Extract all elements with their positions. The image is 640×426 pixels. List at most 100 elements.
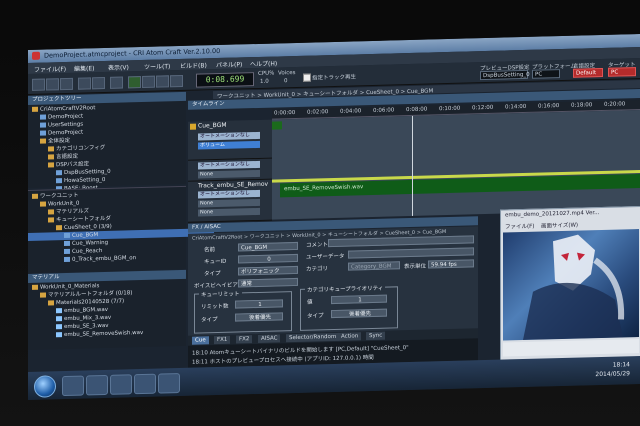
redo-button[interactable] (92, 76, 105, 90)
file-icon (56, 178, 62, 184)
cue-limit-group: キューリミット リミット数 1 タイプ 後着優先 (194, 289, 292, 334)
preview-dsp-select[interactable]: DspBusSetting_0 (480, 69, 530, 81)
tree-item-label: DspBusSetting_0 (64, 168, 111, 177)
taskbar-media-icon[interactable] (86, 374, 108, 396)
tab-aisac[interactable]: AISAC (258, 334, 281, 343)
file-icon (64, 248, 70, 255)
timeline-tick-label: 0:08:00 (406, 106, 428, 114)
video-frame (503, 229, 639, 341)
type-label: タイプ (204, 270, 221, 278)
tab-selector-random[interactable]: Selector/Random (286, 332, 340, 343)
build-button[interactable] (110, 76, 123, 89)
platform-select[interactable]: PC (532, 69, 560, 79)
tab-sync[interactable]: Sync (366, 331, 386, 341)
rewind-button[interactable] (156, 75, 169, 88)
category-type-select[interactable]: 後着優先 (331, 308, 387, 319)
track3-none-badge[interactable]: None (198, 198, 260, 208)
tab-cue[interactable]: Cue (192, 336, 209, 345)
cue-track-header[interactable]: Cue_BGM オートメーションなし ボリューム (188, 119, 272, 161)
tab-action[interactable]: Action (338, 332, 362, 341)
limit-type-select[interactable]: 後着優先 (235, 312, 283, 322)
properties-panel: CriAtomCraftV2Root > ワークユニット > WorkUnit_… (188, 226, 478, 346)
taskbar-folder-icon[interactable] (110, 374, 132, 395)
taskbar-explorer-icon[interactable] (62, 375, 84, 397)
track2-none-badge[interactable]: None (198, 169, 260, 179)
track3-header[interactable]: Track_embu_SE_Remov オートメーションなし None None (188, 179, 272, 223)
character-illustration (523, 234, 625, 341)
folder-icon (48, 300, 54, 306)
folder-icon (32, 106, 38, 112)
start-button[interactable] (34, 375, 56, 398)
display-unit-select[interactable]: 59.94 fps (428, 259, 474, 269)
track3-automation-badge[interactable]: オートメーションなし (198, 189, 260, 199)
app-icon (32, 51, 40, 60)
application-screen: DemoProject.atmcproject - CRI Atom Craft… (28, 33, 640, 401)
type-select[interactable]: ポリフォニック (238, 265, 298, 276)
timeline-track-area[interactable]: embu_SE_RemoveSwish.wav (272, 109, 640, 220)
language-select[interactable]: Default (573, 67, 603, 78)
folder-icon (40, 292, 46, 298)
tree-item-label: WorkUnit_0 (48, 200, 80, 208)
category-label: カテゴリ (306, 266, 329, 273)
specified-track-checkbox[interactable] (303, 73, 311, 82)
timeline-tick-label: 0:10:00 (439, 105, 461, 113)
tree-item-label: 言語設定 (56, 153, 79, 161)
play-button[interactable] (128, 76, 141, 89)
video-menu-file[interactable]: ファイル(F) (505, 222, 534, 231)
video-controls[interactable] (503, 339, 639, 357)
tab-fx1[interactable]: FX1 (214, 335, 231, 345)
open-button[interactable] (46, 78, 59, 91)
tree-item-label: UserSettings (48, 121, 84, 129)
folder-icon (48, 146, 54, 152)
tree-item-label: ワークユニット (40, 192, 79, 200)
voices-value: 0 (284, 78, 288, 85)
user-data-field[interactable] (348, 247, 474, 259)
tree-item-label: Cue_Warning (72, 239, 109, 247)
work-unit-tree-panel: ワークユニット WorkUnit_0 マテリアルズ キューシートフォルダ CueShee… (28, 185, 214, 273)
timeline-tick-label: 0:20:00 (604, 101, 626, 108)
target-select[interactable]: PC (608, 67, 636, 77)
category-field[interactable]: Category_BGM (348, 261, 400, 271)
tab-fx2[interactable]: FX2 (236, 335, 253, 344)
taskbar-video-icon[interactable] (158, 373, 180, 394)
video-window-title: embu_demo_20121027.mp4 Ver... (505, 210, 600, 219)
cue-block-marker[interactable] (272, 121, 282, 130)
cue-name: Cue_BGM (198, 121, 227, 130)
video-menu-size[interactable]: 画面サイズ(W) (541, 221, 578, 230)
cue-id-field[interactable]: 0 (238, 253, 298, 264)
track2-automation-badge[interactable]: オートメーションなし (198, 160, 260, 170)
project-tree-panel: プロジェクトツリー CriAtomCraftV2Root DemoProject U… (28, 91, 186, 192)
new-button[interactable] (32, 78, 45, 91)
cpu-value: 1.0 (260, 78, 269, 85)
loop-button[interactable] (170, 74, 183, 88)
wave-icon (56, 332, 62, 338)
video-preview-window[interactable]: embu_demo_20121027.mp4 Ver... ファイル(F) 画面… (500, 205, 640, 362)
undo-button[interactable] (78, 77, 91, 90)
file-icon (56, 170, 62, 176)
save-button[interactable] (60, 77, 73, 91)
category-priority-group-label: カテゴリキュープライオリティ (305, 283, 386, 294)
folder-icon (40, 201, 46, 207)
folder-icon (48, 209, 54, 215)
cpu-label: CPU% (258, 70, 275, 77)
taskbar-app-icon[interactable] (134, 373, 156, 395)
file-icon (64, 232, 70, 239)
track2-header[interactable]: オートメーションなし None (188, 158, 272, 182)
name-field[interactable]: Cue_BGM (238, 241, 298, 252)
voice-behavior-select[interactable]: 通常 (238, 277, 298, 288)
track3-none-badge-2[interactable]: None (198, 207, 260, 217)
tree-item-label: embu_SE_3.wav (64, 322, 109, 331)
category-value-field[interactable]: 1 (331, 294, 387, 305)
taskbar-clock[interactable]: 18:14 2014/05/29 (595, 360, 630, 379)
folder-icon (48, 154, 54, 160)
timeline-tick-label: 0:12:00 (472, 104, 494, 112)
timeline-tick-label: 0:02:00 (307, 109, 329, 116)
stop-button[interactable] (142, 75, 155, 89)
playhead-cursor[interactable] (412, 115, 413, 216)
track1-automation-badge[interactable]: オートメーションなし (198, 131, 260, 141)
timeline-tick-label: 0:00:00 (274, 110, 296, 117)
limit-count-field[interactable]: 1 (235, 299, 283, 309)
timeline-tick-label: 0:14:00 (505, 103, 527, 111)
track1-volume-badge[interactable]: ボリューム (198, 140, 260, 150)
tree-item-label: Cue_Reach (72, 248, 103, 255)
